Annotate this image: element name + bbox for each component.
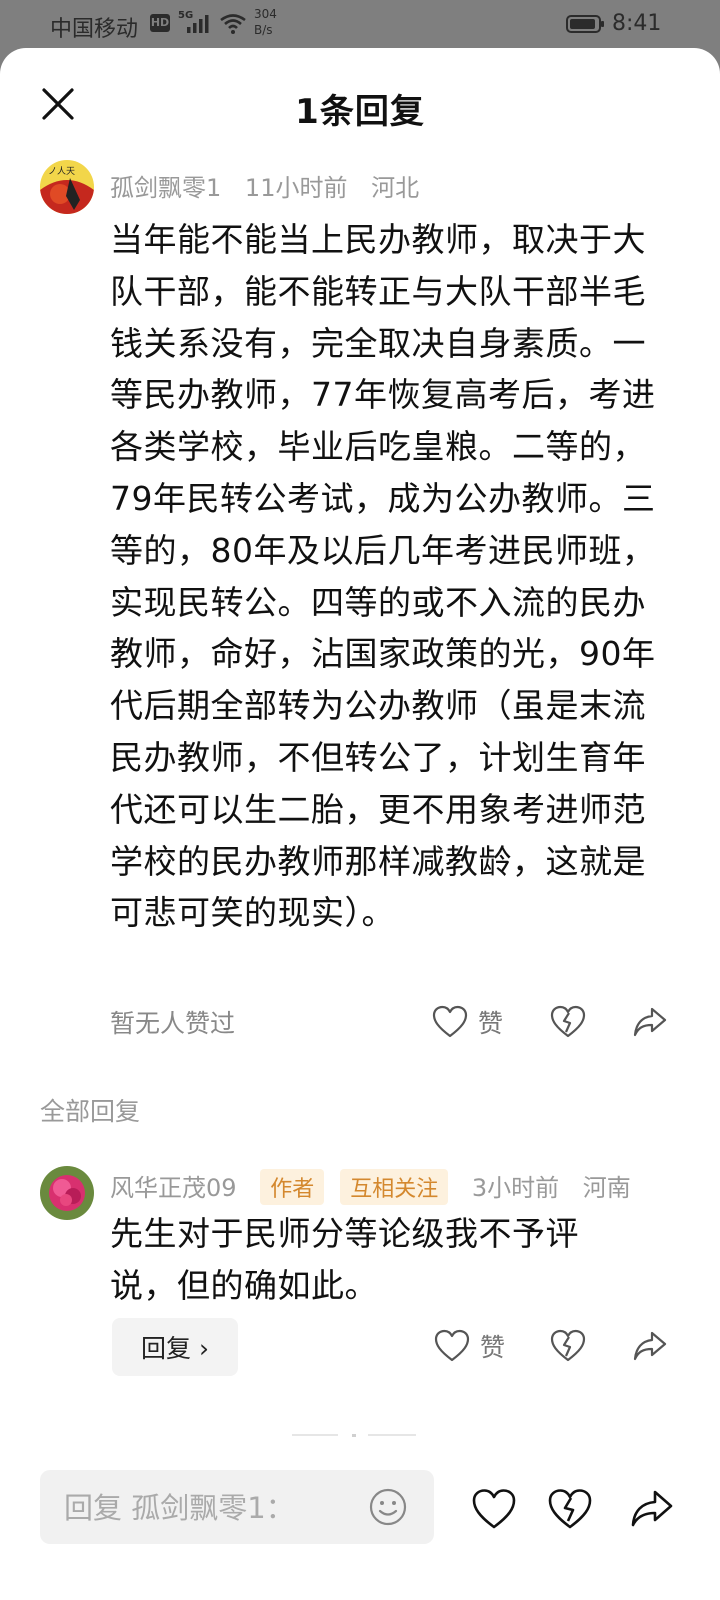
location: 河北 — [371, 174, 420, 202]
battery-icon — [566, 15, 604, 33]
reply-sheet: 1条回复 ノ人天 孤剑飘零1 11小时前 河北 当年能不能当上民办教师，取决于大… — [0, 48, 720, 1600]
reply-timestamp: 3小时前 — [471, 1174, 560, 1202]
like-label: 赞 — [478, 1009, 504, 1038]
reply-meta: 风华正茂09 作者 互相关注 3小时前 河南 — [110, 1168, 647, 1205]
signal-icon — [187, 15, 209, 33]
avatar-image: ノ人天 — [40, 160, 94, 214]
scroll-indicator — [292, 1434, 416, 1437]
mutual-follow-tag: 互相关注 — [340, 1169, 449, 1205]
carrier-name: 中国移动 — [50, 17, 139, 42]
page-title: 1条回复 — [295, 92, 425, 132]
reply-button[interactable]: 回复 › — [112, 1318, 238, 1376]
svg-text:ノ人天: ノ人天 — [48, 166, 75, 177]
dislike-icon[interactable] — [550, 1005, 586, 1039]
reply-share-icon[interactable] — [632, 1330, 668, 1362]
bottom-like-icon[interactable] — [472, 1488, 516, 1530]
all-replies-label: 全部回复 — [40, 1097, 141, 1126]
username[interactable]: 孤剑飘零1 — [110, 174, 221, 202]
reply-like-button[interactable]: 赞 — [434, 1328, 505, 1364]
like-button[interactable]: 赞 — [432, 1004, 503, 1040]
status-bar: 中国移动 HD 5G 304 B/s 8:41 — [0, 0, 720, 48]
reply-avatar-image — [40, 1166, 94, 1220]
clock: 8:41 — [612, 11, 662, 36]
reply-like-label: 赞 — [480, 1333, 506, 1362]
comment-meta: 孤剑飘零1 11小时前 河北 — [110, 168, 435, 203]
timestamp: 11小时前 — [244, 174, 348, 202]
reply-location: 河南 — [582, 1174, 631, 1202]
network-speed-value: 304 — [254, 7, 277, 21]
bottom-share-icon[interactable] — [630, 1488, 674, 1530]
wifi-icon — [220, 14, 246, 34]
emoji-icon[interactable] — [368, 1487, 408, 1527]
likes-summary: 暂无人赞过 — [110, 1009, 236, 1038]
reply-body: 先生对于民师分等论级我不予评说，但的确如此。 — [110, 1214, 579, 1305]
heart-icon — [432, 1005, 468, 1038]
reply-input[interactable] — [62, 1470, 356, 1546]
hd-badge: HD — [150, 14, 170, 32]
network-speed-unit: B/s — [254, 23, 273, 37]
bottom-dislike-icon[interactable] — [548, 1488, 592, 1530]
reply-username[interactable]: 风华正茂09 — [110, 1174, 237, 1202]
network-speed: 304 B/s — [254, 6, 277, 38]
heart-icon — [434, 1329, 470, 1362]
reply-dislike-icon[interactable] — [550, 1329, 586, 1363]
reply-avatar[interactable] — [40, 1166, 94, 1220]
comment-body: 当年能不能当上民办教师，取决于大队干部，能不能转正与大队干部半毛钱关系没有，完全… — [110, 220, 656, 933]
author-tag: 作者 — [260, 1169, 325, 1205]
share-icon[interactable] — [632, 1006, 668, 1038]
reply-input-bar[interactable] — [40, 1470, 434, 1546]
avatar[interactable]: ノ人天 — [40, 160, 94, 214]
